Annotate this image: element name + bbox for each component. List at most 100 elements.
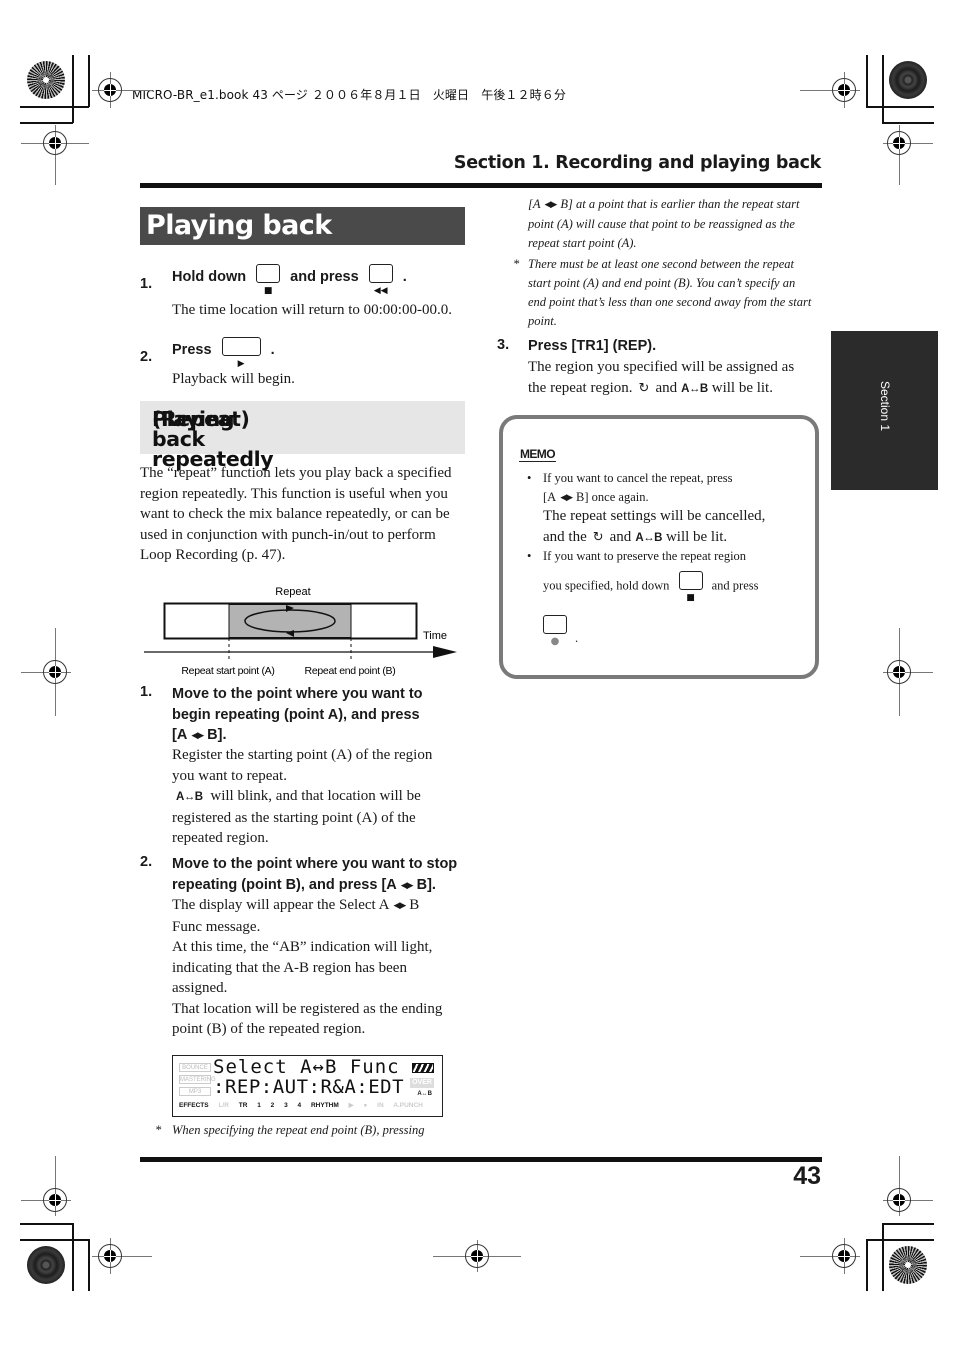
stop-icon: ■ [263,285,273,296]
memo-bullet-preserve: If you want to preserve the repeat regio… [543,549,747,563]
step-number: 1. [140,276,153,292]
body-line: A↔B will blink, and that location will b… [172,786,467,808]
memo-line: you specified, hold down ■ and press [543,571,823,603]
body-line: assigned. [172,980,228,996]
crop-mark [866,55,868,107]
text: [A [528,197,541,211]
heading-text: Playing back [146,210,332,241]
body-line: the repeat region. ↻ and A↔B will be lit. [528,378,823,400]
running-header: Section 1. Recording and playing back [453,153,821,173]
ab-arrows-icon: ◀▶ [400,880,414,891]
time-axis-arrow [433,646,457,658]
lcd-label: 4 [297,1102,302,1109]
memo-cancel-result: The repeat settings will be cancelled, a… [543,506,818,549]
rewind-button-illustration: ◀◀ [363,262,399,296]
step-text: and press [290,268,359,285]
memo-line: [A ◀▶ B] once again. [543,488,813,508]
body-line: you want to repeat. [172,767,287,784]
memo-bullet-cancel: If you want to cancel the repeat, press … [543,469,813,508]
step-title-line: [A ◀▶ B]. [172,725,423,747]
registration-disc-icon [27,1246,65,1284]
body-line: The display will appear the Select A ◀▶ B [172,895,467,917]
diagram-label-end: Repeat end point (B) [305,665,396,677]
note-line: repeat start point (A). [528,236,637,250]
text: . [575,631,579,645]
crop-mark [866,106,934,108]
crop-mark [866,1239,934,1241]
memo-line: and the ↻ and A↔B will be lit. [543,527,818,549]
lcd-display: BOUNCE MASTERING MP3 Select A↔B Func :RE… [172,1055,443,1117]
side-tab-label: Section 1 [878,381,892,432]
page-number: 43 [793,1162,821,1190]
ab-indicator-icon: A↔B [635,532,662,544]
repeat-diagram: Repeat Time Repeat start point (A) Repea… [140,580,465,680]
text: B [409,897,420,913]
crop-mark [882,55,884,123]
crop-mark [88,1239,90,1291]
ab-indicator-icon: A↔B [176,791,203,803]
body-line: indicating that the A-B region has been [172,959,407,976]
note-continued: [A ◀▶ B] at a point that is earlier than t… [528,195,823,253]
rewind-icon: ◀◀ [373,285,388,296]
text: and [655,379,678,396]
lcd-label: IN [377,1102,384,1109]
step-text: Hold down [172,268,247,285]
lcd-mastering-label: MASTERING [179,1075,216,1084]
step-body: The time location will return to 00:00:0… [172,302,452,318]
diagram-label-start: Repeat start point (A) [181,665,274,677]
color-registration-star-icon [889,1246,927,1284]
body-line: Register the starting point (A) of the r… [172,747,433,763]
stop-button-illustration: ■ [250,262,286,296]
lcd-line-2: :REP:AUT:R&A:EDT [213,1076,405,1098]
text: B] once again. [576,490,649,504]
lcd-label: 1 [257,1102,261,1109]
note-line: end point that’s less than one second aw… [528,295,812,309]
memo-icon: MEMO [519,447,556,462]
heading-line: (Repeat) [152,407,250,431]
lcd-label: EFFECTS [179,1102,209,1109]
memo-line: The repeat settings will be cancelled, [543,508,766,524]
step-number: 2. [140,854,153,870]
crop-mark [20,122,73,124]
note-line: point (A) will cause that point to be re… [528,217,795,231]
note-one-second: There must be at least one second betwee… [528,255,823,331]
record-button-illustration: ● . [543,615,578,647]
ab-arrows-icon: ◀▶ [393,901,406,911]
step-body: Playback will begin. [172,371,295,387]
body-line: Func message. [172,918,261,935]
body-line: At this time, the “AB” indication will l… [172,939,433,955]
note-asterisk: * [155,1123,162,1137]
step-text: . [402,268,407,285]
lcd-label: ● [363,1102,368,1109]
note-line: start point (A) and end point (B). You c… [528,276,796,290]
battery-icon [412,1063,434,1073]
lcd-line-1: Select A↔B Func [213,1056,400,1078]
text: The display will appear the Select A [172,897,390,913]
text: and [609,529,632,545]
step-title-line: begin repeating (point A), and press [172,706,420,723]
text: will blink, and that location will be [210,788,421,804]
crop-mark [20,106,89,108]
lcd-label: 3 [284,1102,288,1109]
text: the repeat region. [528,379,633,396]
step-title: Press [TR1] (REP). [528,338,657,354]
crop-mark [20,1239,89,1241]
crop-mark [72,55,74,123]
body-line: registered as the starting point (A) of … [172,809,416,826]
step-number: 3. [497,337,510,353]
repeat-intro: The “repeat” function lets you play back… [140,465,452,563]
step-title-line: repeating (point B), and press [A ◀▶ B]. [172,875,457,897]
step-title: Press ▶ . [172,335,275,369]
lcd-mp3-label: MP3 [179,1087,211,1096]
step-body: The region you specified will be assigne… [528,357,823,399]
registration-disc-icon [889,61,927,99]
bullet-dot: • [527,471,532,485]
step-text: Press [172,341,212,358]
body-line: That location will be registered as the … [172,1000,443,1017]
heading-playing-back: Playing back [140,207,465,245]
text: [A [543,490,557,504]
body-line: The region you specified will be assigne… [528,359,795,375]
crop-mark [866,1239,868,1291]
step-text: . [270,341,275,358]
step-title-line: Move to the point where you want to stop [172,856,458,872]
